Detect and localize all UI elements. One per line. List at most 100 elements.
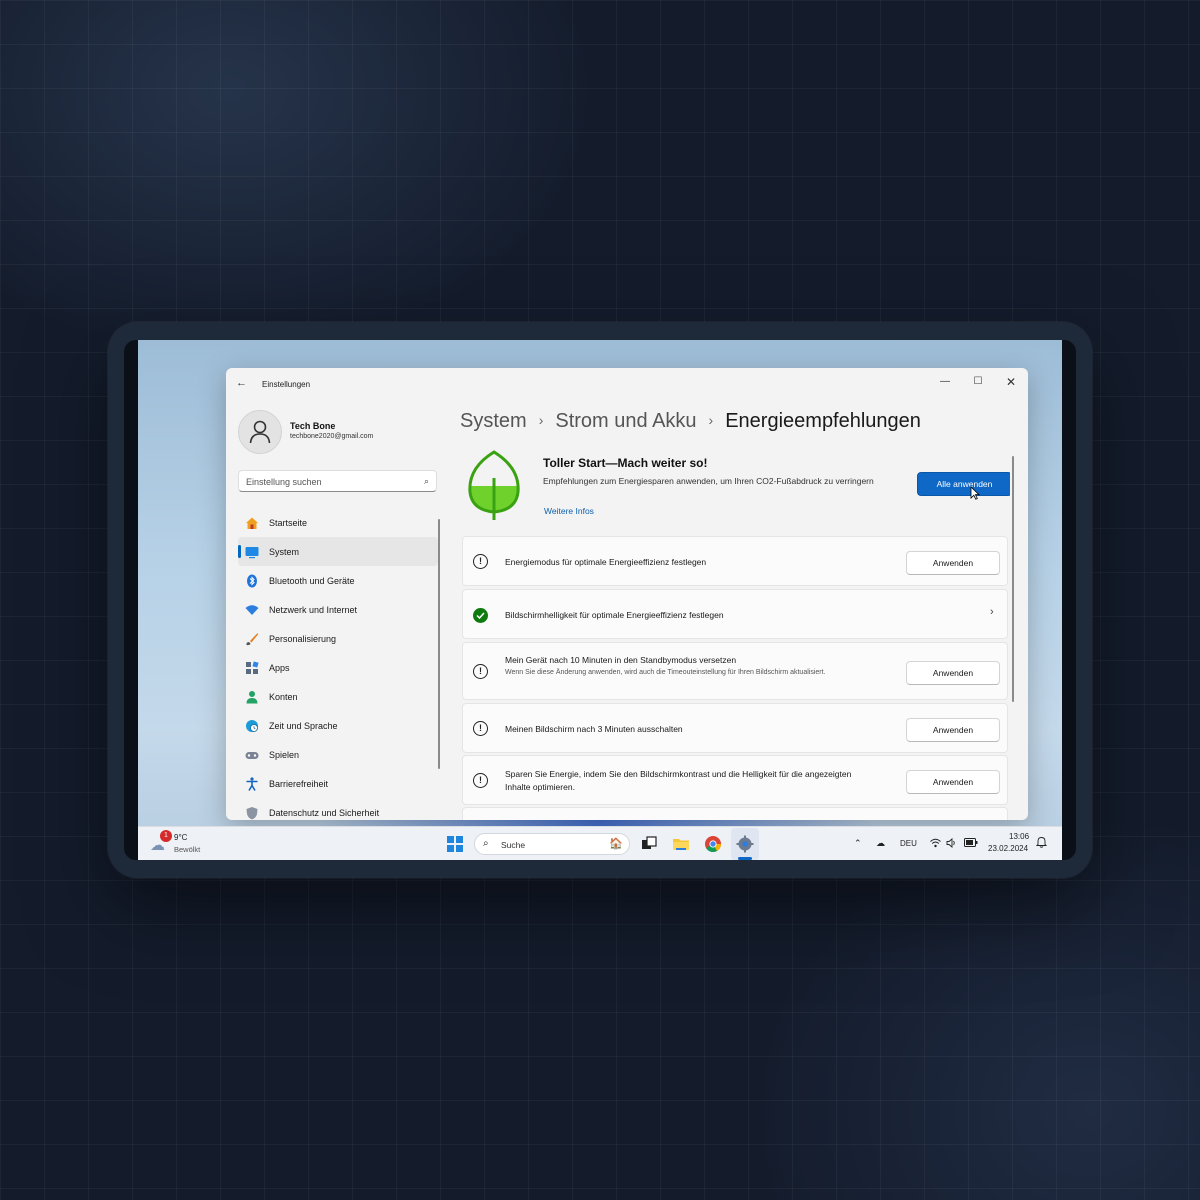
apps-icon: [245, 661, 259, 675]
breadcrumb-chevron-icon: ›: [538, 412, 544, 428]
sidebar-item-bluetooth[interactable]: Bluetooth und Geräte: [238, 566, 438, 595]
sidebar-item-spielen[interactable]: Spielen: [238, 740, 438, 769]
user-email: techbone2020@gmail.com: [290, 433, 374, 440]
warning-icon: !: [473, 721, 488, 736]
user-name: Tech Bone: [290, 421, 336, 431]
recommendation-card-standby: ! Mein Gerät nach 10 Minuten in den Stan…: [462, 642, 1008, 700]
app-title: Einstellungen: [262, 380, 311, 389]
sidebar-item-konten[interactable]: Konten: [238, 682, 438, 711]
recommendation-title: Mein Gerät nach 10 Minuten in den Standb…: [505, 655, 737, 665]
taskbar: ☁ 1 9°C Bewölkt ⌕ Suche 🏠 ⌃ ☁ DEU 13:06 …: [138, 826, 1062, 860]
search-placeholder: Einstellung suchen: [246, 477, 322, 487]
notification-badge: 1: [160, 830, 172, 842]
sidebar-item-label: Apps: [269, 663, 290, 673]
onedrive-cloud-icon[interactable]: ☁: [876, 838, 885, 849]
sidebar-item-apps[interactable]: Apps: [238, 653, 438, 682]
home-icon: [245, 516, 259, 530]
sidebar-item-label: Barrierefreiheit: [269, 779, 329, 789]
sidebar-item-startseite[interactable]: Startseite: [238, 508, 438, 537]
weather-condition[interactable]: Bewölkt: [174, 845, 200, 854]
warning-icon: !: [473, 554, 488, 569]
sidebar-item-barrierefreiheit[interactable]: Barrierefreiheit: [238, 769, 438, 798]
recommendation-title: Energiemodus für optimale Energieeffizie…: [505, 557, 707, 567]
system-display-icon: [245, 545, 259, 559]
settings-window: ← Einstellungen — ☐ ✕ Tech Bone techbone…: [226, 368, 1028, 820]
recommendation-subtitle: Wenn Sie diese Änderung anwenden, wird a…: [505, 669, 826, 676]
page-title: Energieempfehlungen: [725, 410, 921, 432]
taskbar-search-box[interactable]: ⌕ Suche 🏠: [474, 833, 630, 855]
desktop-screen: ← Einstellungen — ☐ ✕ Tech Bone techbone…: [138, 340, 1062, 860]
breadcrumb-strom-und-akku[interactable]: Strom und Akku: [555, 410, 696, 432]
sidebar-item-label: Bluetooth und Geräte: [269, 576, 355, 586]
search-icon: ⌕: [483, 838, 489, 849]
sidebar-item-label: Netzwerk und Internet: [269, 605, 358, 615]
content-scrollbar[interactable]: [1012, 456, 1014, 702]
bluetooth-icon: [245, 574, 259, 588]
sidebar-item-label: Spielen: [269, 750, 300, 760]
sidebar-item-label: Datenschutz und Sicherheit: [269, 808, 380, 818]
sidebar-item-label: Konten: [269, 692, 298, 702]
gamepad-icon: [245, 748, 259, 762]
globe-clock-icon: [245, 719, 259, 733]
breadcrumb-system[interactable]: System: [460, 410, 527, 432]
apply-button[interactable]: Anwenden: [906, 770, 1000, 794]
language-indicator[interactable]: DEU: [900, 839, 917, 848]
chrome-icon[interactable]: [704, 835, 722, 853]
weather-temperature[interactable]: 9°C: [174, 833, 187, 842]
sidebar-item-zeit-und-sprache[interactable]: Zeit und Sprache: [238, 711, 438, 740]
minimize-icon[interactable]: —: [930, 372, 960, 392]
apply-button[interactable]: Anwenden: [906, 551, 1000, 575]
sidebar-item-datenschutz[interactable]: Datenschutz und Sicherheit: [238, 798, 438, 820]
windows-start-icon[interactable]: [447, 836, 463, 852]
settings-search-input[interactable]: Einstellung suchen ⌕: [238, 470, 437, 492]
sidebar-item-personalisierung[interactable]: Personalisierung: [238, 624, 438, 653]
hero-description: Empfehlungen zum Energiesparen anwenden,…: [543, 476, 874, 486]
apply-button[interactable]: Anwenden: [906, 718, 1000, 742]
more-info-link[interactable]: Weitere Infos: [544, 506, 594, 516]
clock-date[interactable]: 23.02.2024: [988, 844, 1028, 853]
avatar[interactable]: [238, 410, 282, 454]
sidebar-item-netzwerk[interactable]: Netzwerk und Internet: [238, 595, 438, 624]
close-icon[interactable]: ✕: [996, 372, 1026, 392]
settings-gear-icon[interactable]: [736, 835, 754, 853]
sidebar-item-label: Personalisierung: [269, 634, 337, 644]
sidebar-item-label: Zeit und Sprache: [269, 721, 338, 731]
maximize-icon[interactable]: ☐: [963, 372, 993, 392]
warning-icon: !: [473, 664, 488, 679]
breadcrumb: System › Strom und Akku › Energieempfehlunge…: [460, 410, 921, 433]
mouse-cursor-icon: [970, 486, 980, 500]
taskbar-search-label: Suche: [501, 840, 526, 850]
hero-title: Toller Start—Mach weiter so!: [543, 456, 708, 470]
clock-time[interactable]: 13:06: [1009, 832, 1029, 841]
sidebar-item-label: Startseite: [269, 518, 308, 528]
recommendation-title: Bildschirmhelligkeit für optimale Energi…: [505, 610, 724, 620]
chevron-up-icon[interactable]: ⌃: [854, 838, 862, 849]
recommendation-title: Meinen Bildschirm nach 3 Minuten ausscha…: [505, 724, 683, 734]
speaker-icon[interactable]: [946, 838, 957, 850]
wifi-tray-icon[interactable]: [930, 838, 941, 850]
sidebar-scrollbar[interactable]: [438, 519, 440, 769]
active-app-indicator: [738, 857, 752, 860]
chevron-right-icon[interactable]: ›: [990, 606, 994, 618]
apply-all-button[interactable]: Alle anwenden: [917, 472, 1010, 496]
task-view-icon[interactable]: [640, 835, 658, 853]
recommendation-card-screen-off: ! Meinen Bildschirm nach 3 Minuten aussc…: [462, 703, 1008, 753]
account-icon: [245, 690, 259, 704]
person-icon: [249, 420, 271, 444]
search-icon: ⌕: [423, 476, 429, 486]
warning-icon: !: [473, 773, 488, 788]
brush-icon: [245, 632, 259, 646]
battery-icon[interactable]: [964, 838, 978, 849]
breadcrumb-chevron-icon: ›: [708, 412, 714, 428]
wifi-icon: [245, 603, 259, 617]
recommendation-card-partial: [462, 807, 1008, 820]
file-explorer-icon[interactable]: [672, 835, 690, 853]
sidebar-item-system[interactable]: System: [238, 537, 438, 566]
back-arrow-icon[interactable]: ←: [236, 377, 247, 389]
leaf-icon: [464, 448, 524, 525]
recommendations-content: Toller Start—Mach weiter so! Empfehlunge…: [460, 448, 1010, 820]
recommendation-card-brightness[interactable]: Bildschirmhelligkeit für optimale Energi…: [462, 589, 1008, 639]
notification-bell-icon[interactable]: [1035, 836, 1048, 851]
recommendation-title: Sparen Sie Energie, indem Sie den Bildsc…: [505, 769, 852, 792]
apply-button[interactable]: Anwenden: [906, 661, 1000, 685]
